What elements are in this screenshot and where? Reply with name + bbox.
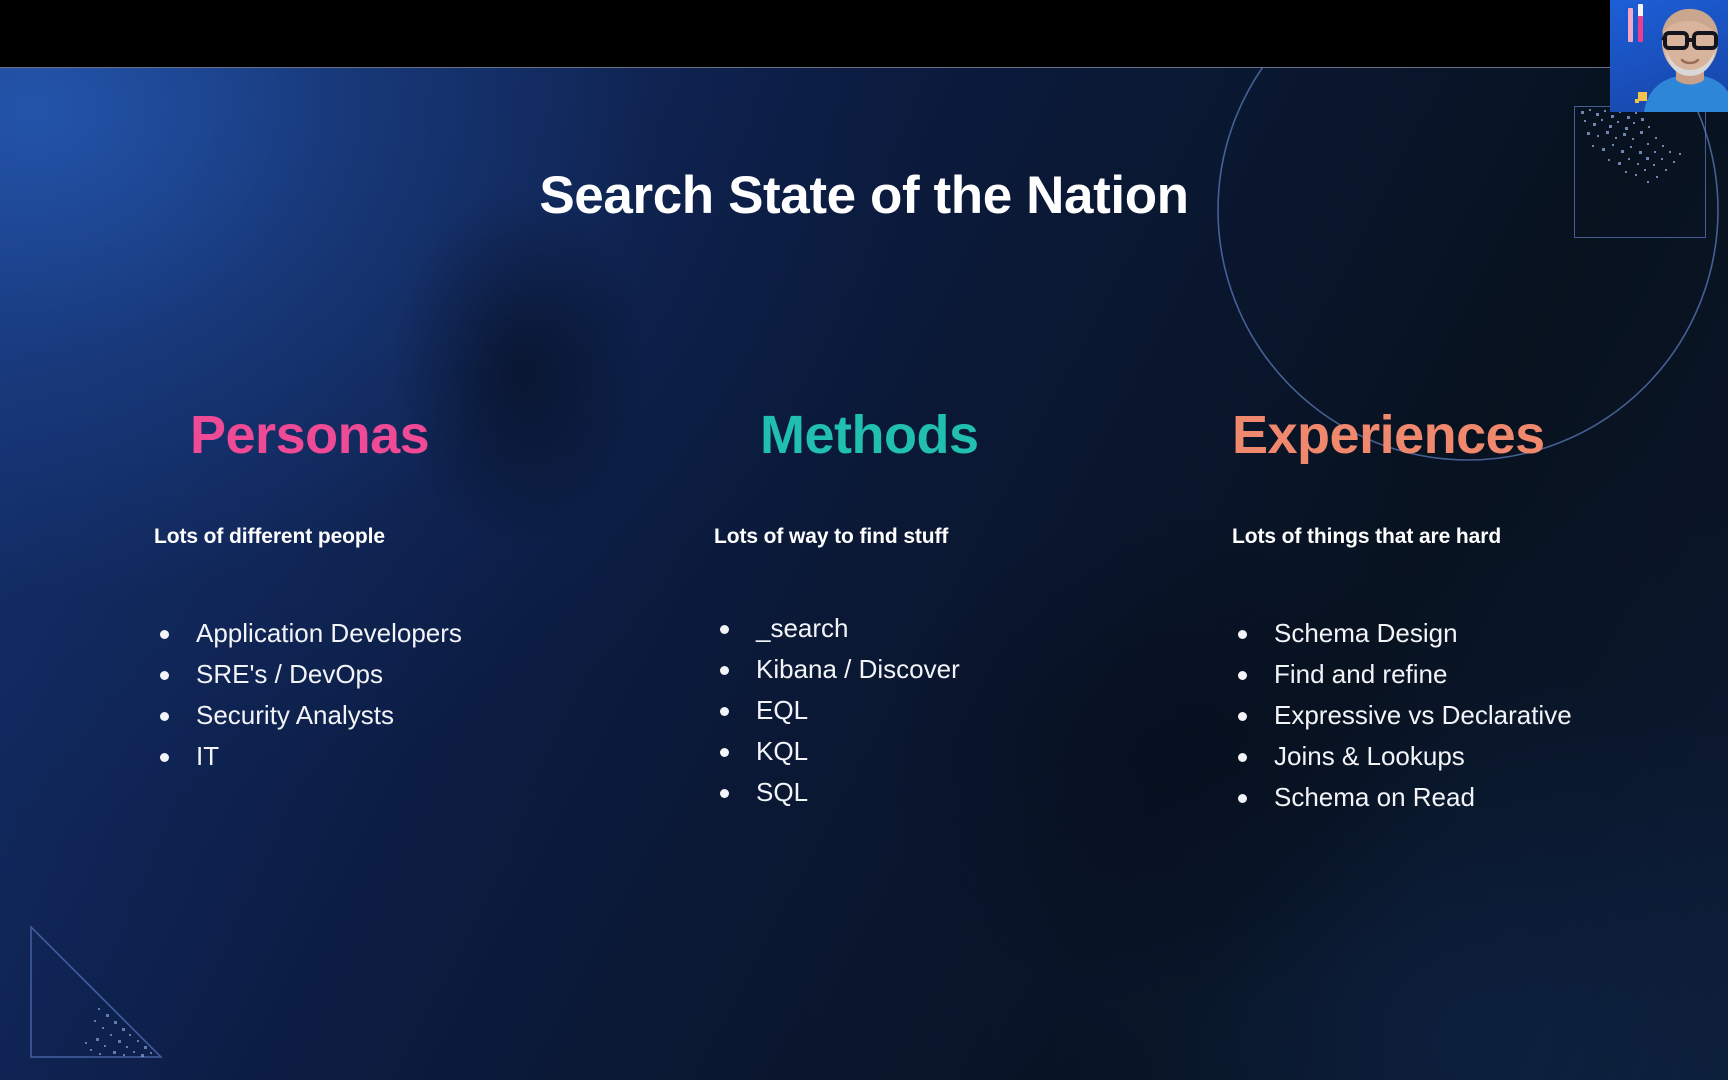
bullet-dot-icon [720,666,729,675]
list-item: Expressive vs Declarative [1232,695,1572,736]
slide-canvas: Search State of the Nation Personas Lots… [0,68,1728,1080]
list-item: SRE's / DevOps [154,654,462,695]
screen: Search State of the Nation Personas Lots… [0,0,1728,1080]
list-item: SQL [714,772,960,813]
list-item-label: SRE's / DevOps [196,659,384,689]
presenter-webcam-overlay[interactable] [1610,0,1728,112]
bullet-dot-icon [1238,712,1247,721]
column-subheading-experiences: Lots of things that are hard [1232,525,1502,548]
column-heading-personas: Personas [190,405,430,465]
list-item-label: Find and refine [1274,659,1448,689]
letterbox-hairline [0,67,1620,68]
bullet-list-methods: _search Kibana / Discover EQL KQL SQL [714,608,960,813]
list-item-label: _search [756,613,849,643]
list-item: Application Developers [154,613,462,654]
bullet-dot-icon [720,789,729,798]
list-item-label: Application Developers [196,618,462,648]
list-item-label: Expressive vs Declarative [1274,700,1572,730]
bullet-list-experiences: Schema Design Find and refine Expressive… [1232,613,1572,818]
bullet-list-personas: Application Developers SRE's / DevOps Se… [154,613,462,777]
list-item: Schema on Read [1232,777,1572,818]
top-letterbox-bar [0,0,1728,68]
list-item: Find and refine [1232,654,1572,695]
list-item: Schema Design [1232,613,1572,654]
columns-container: Personas Lots of different people Applic… [0,68,1728,1080]
bullet-dot-icon [720,625,729,634]
bullet-dot-icon [1238,671,1247,680]
list-item: _search [714,608,960,649]
list-item: EQL [714,690,960,731]
list-item-label: Schema Design [1274,618,1458,648]
column-subheading-methods: Lots of way to find stuff [714,525,949,548]
list-item: IT [154,736,462,777]
list-item: KQL [714,731,960,772]
list-item-label: IT [196,741,220,771]
list-item-label: Kibana / Discover [756,654,960,684]
column-subheading-personas: Lots of different people [154,525,385,548]
presenter-avatar [1644,8,1728,112]
list-item-label: KQL [756,736,809,766]
column-heading-methods: Methods [760,405,979,465]
list-item-label: Joins & Lookups [1274,741,1465,771]
bullet-dot-icon [720,707,729,716]
list-item: Kibana / Discover [714,649,960,690]
bullet-dot-icon [1238,794,1247,803]
bullet-dot-icon [160,671,169,680]
list-item: Security Analysts [154,695,462,736]
bullet-dot-icon [160,630,169,639]
list-item-label: EQL [756,695,809,725]
bullet-dot-icon [1238,630,1247,639]
list-item-label: Schema on Read [1274,782,1475,812]
bullet-dot-icon [720,748,729,757]
bullet-dot-icon [1238,753,1247,762]
column-heading-experiences: Experiences [1232,405,1545,465]
list-item-label: SQL [756,777,809,807]
list-item-label: Security Analysts [196,700,394,730]
list-item: Joins & Lookups [1232,736,1572,777]
bullet-dot-icon [160,712,169,721]
bullet-dot-icon [160,753,169,762]
